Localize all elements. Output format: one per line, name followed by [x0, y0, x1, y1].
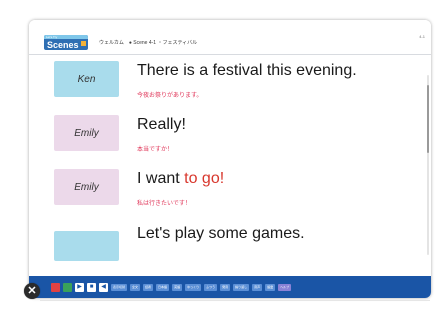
scenes-badge: Let's Try Scenes [44, 35, 88, 50]
dialogue-row[interactable]: Emily I want to go! 私は行きたいです！ [29, 165, 431, 217]
toolbar-button[interactable]: 繰り返し [233, 283, 250, 291]
close-icon[interactable]: ✕ [24, 283, 40, 299]
record-icon[interactable] [51, 282, 60, 292]
dialogue-area[interactable]: Ken There is a festival this evening. 今夜… [29, 55, 431, 276]
scenes-label: Scenes [47, 40, 79, 50]
toolbar-button[interactable]: 語彙 [265, 283, 276, 291]
speaker-card[interactable]: Emily [54, 115, 119, 151]
lesson-window: Let's Try Scenes ウェルカム ● Scene 4-1 ・フェステ… [29, 20, 431, 298]
toolbar-button[interactable]: 英語 [172, 283, 183, 291]
stop-icon[interactable]: ■ [87, 282, 96, 292]
english-text: I want [137, 170, 185, 187]
english-text: Let's play some games. [137, 225, 305, 242]
toolbar-button[interactable]: 音声 [252, 283, 263, 291]
toolbar-button[interactable]: 日本語 [156, 283, 170, 291]
playback-toolbar: ▶ ■ ◀ 表示切替 全文 話者 日本語 英語 ゆっくり ふつう 発音 繰り返し… [29, 276, 431, 298]
toolbar-button[interactable]: 話者 [143, 283, 154, 291]
dialogue-row[interactable]: Let's play some games. [29, 221, 431, 273]
play-icon[interactable]: ▶ [75, 282, 84, 292]
japanese-line: 私は行きたいです！ [137, 201, 191, 207]
english-line[interactable]: I want to go! [137, 170, 224, 188]
dialogue-row[interactable]: Emily Really! 本当ですか！ [29, 111, 431, 163]
toolbar-button[interactable]: ヘルプ [278, 283, 292, 291]
lesson-subtitle: ウェルカム ● Scene 4-1 ・フェスティバル [99, 40, 198, 46]
speaker-card[interactable] [54, 231, 119, 261]
japanese-line: 今夜お祭りがあります。 [137, 93, 203, 99]
speaker-card[interactable]: Emily [54, 169, 119, 205]
english-line[interactable]: Let's play some games. [137, 225, 305, 243]
english-text: There is a festival this evening. [137, 62, 357, 79]
dialogue-row[interactable]: Ken There is a festival this evening. 今夜… [29, 57, 431, 109]
toolbar-button[interactable]: 表示切替 [111, 283, 128, 291]
toolbar-button[interactable]: ふつう [204, 283, 218, 291]
toolbar-button[interactable]: 全文 [130, 283, 141, 291]
speaker-card[interactable]: Ken [54, 61, 119, 97]
toolbar-button[interactable]: ゆっくり [185, 283, 202, 291]
sound-icon[interactable]: ◀ [99, 282, 108, 292]
japanese-line: 本当ですか！ [137, 147, 174, 153]
english-line[interactable]: Really! [137, 116, 186, 134]
english-highlight: to go! [184, 170, 225, 187]
mic-icon[interactable] [63, 282, 72, 292]
scrollbar-thumb[interactable] [427, 85, 429, 153]
flag-icon [81, 41, 86, 46]
lesson-header: Let's Try Scenes ウェルカム ● Scene 4-1 ・フェステ… [29, 20, 431, 55]
page-indicator: 4-1 [419, 34, 425, 39]
english-text: Really! [137, 116, 186, 133]
toolbar-button[interactable]: 発音 [220, 283, 231, 291]
divider [40, 300, 430, 301]
english-line[interactable]: There is a festival this evening. [137, 62, 357, 80]
scenes-badge-top: Let's Try [44, 35, 88, 39]
